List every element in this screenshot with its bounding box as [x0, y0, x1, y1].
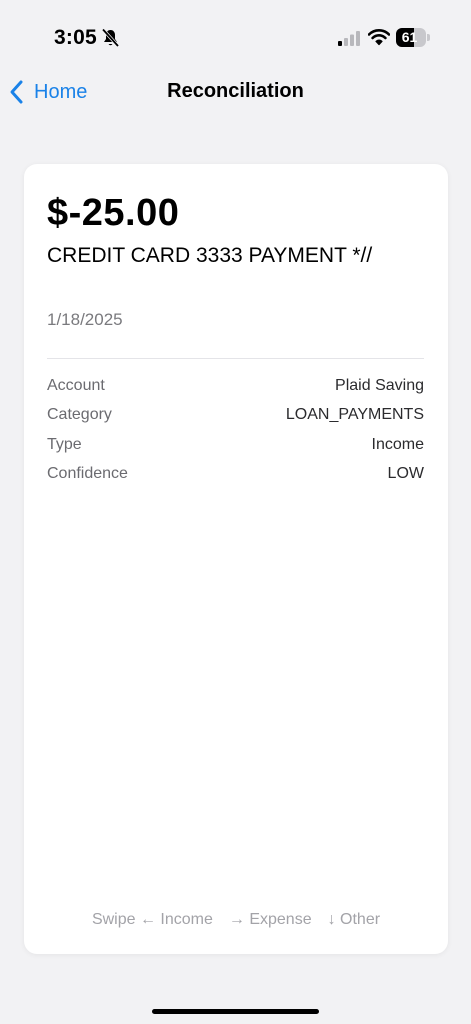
detail-label: Confidence	[47, 464, 128, 482]
home-indicator[interactable]	[152, 1009, 319, 1014]
bell-slash-icon	[101, 28, 120, 48]
back-button[interactable]: Home	[8, 76, 87, 108]
swipe-hint: Swipe ← Income → Expense ↓ Other	[24, 911, 448, 929]
detail-label: Account	[47, 377, 105, 394]
detail-row-account: Account Plaid Saving	[47, 377, 424, 406]
detail-row-confidence: Confidence LOW	[47, 465, 424, 494]
detail-row-type: Type Income	[47, 436, 424, 465]
transaction-date: 1/18/2025	[47, 310, 123, 329]
navigation-bar: Reconciliation Home	[0, 66, 471, 118]
battery-level: 61	[401, 29, 418, 45]
transaction-amount: $-25.00	[47, 192, 180, 234]
status-bar: 3:05 61	[0, 0, 471, 60]
swipe-hint-expense: → Expense	[228, 911, 312, 928]
chevron-left-icon	[10, 80, 23, 104]
detail-value: LOW	[387, 464, 424, 482]
transaction-description: CREDIT CARD 3333 PAYMENT *//	[47, 244, 373, 267]
cellular-signal-icon	[338, 31, 360, 46]
detail-value: Plaid Saving	[335, 377, 424, 394]
detail-row-category: Category LOAN_PAYMENTS	[47, 406, 424, 435]
divider	[47, 358, 424, 359]
swipe-hint-other: ↓ Other	[327, 911, 381, 928]
battery-icon: 61	[396, 28, 431, 47]
back-label: Home	[34, 80, 88, 103]
wifi-icon	[368, 29, 390, 46]
transaction-details: Account Plaid Saving Category LOAN_PAYME…	[47, 377, 424, 494]
transaction-card[interactable]: $-25.00 CREDIT CARD 3333 PAYMENT *// 1/1…	[24, 164, 448, 954]
detail-label: Category	[47, 406, 112, 424]
detail-value: Income	[371, 435, 424, 453]
swipe-hint-income: Swipe ← Income	[91, 911, 213, 928]
detail-label: Type	[47, 435, 82, 453]
status-time: 3:05	[54, 26, 97, 49]
detail-value: LOAN_PAYMENTS	[285, 406, 424, 424]
